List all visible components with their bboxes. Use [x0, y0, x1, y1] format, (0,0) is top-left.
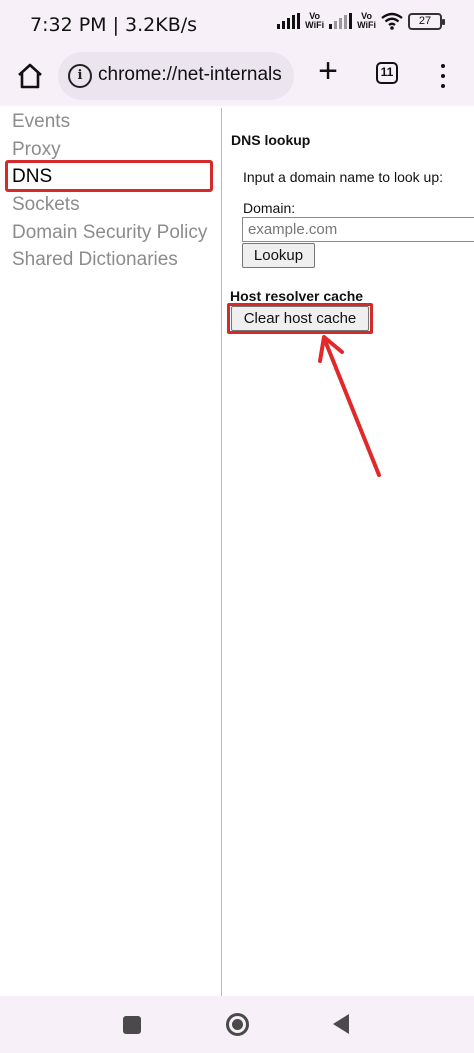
domain-label: Domain:: [243, 200, 296, 216]
url-text[interactable]: chrome://net-internals: [98, 64, 294, 86]
lookup-instructions: Input a domain name to look up:: [243, 169, 444, 185]
wifi-icon: [381, 12, 403, 30]
system-nav-bar: [0, 996, 474, 1053]
recent-apps-icon[interactable]: [123, 1016, 141, 1034]
home-circle-icon[interactable]: [226, 1013, 249, 1036]
home-icon[interactable]: [14, 60, 46, 92]
battery-icon: 27: [408, 12, 445, 30]
signal-icon: [277, 13, 301, 29]
sidebar-item-events[interactable]: Events: [12, 111, 70, 133]
info-icon[interactable]: i: [68, 64, 92, 88]
lookup-button[interactable]: Lookup: [242, 243, 315, 268]
dns-lookup-title: DNS lookup: [231, 132, 311, 148]
vowifi-icon-2: Vo WiFi: [357, 11, 376, 30]
vowifi-icon: Vo WiFi: [305, 11, 325, 30]
tab-switcher-icon[interactable]: 11: [376, 62, 398, 84]
browser-toolbar: i chrome://net-internals + 11: [0, 50, 474, 106]
dns-highlight-box: [5, 160, 213, 192]
back-triangle-icon[interactable]: [333, 1014, 349, 1034]
signal-icon-2: [329, 13, 353, 29]
plus-icon[interactable]: +: [314, 54, 342, 88]
address-bar[interactable]: i chrome://net-internals: [58, 52, 294, 100]
status-time: 7:32 PM | 3.2KB/s: [30, 14, 198, 36]
sidebar-item-domain-security-policy[interactable]: Domain Security Policy: [12, 222, 207, 244]
domain-input[interactable]: [242, 217, 474, 242]
more-vertical-icon[interactable]: [438, 64, 448, 88]
sidebar-item-proxy[interactable]: Proxy: [12, 139, 61, 161]
host-resolver-cache-title: Host resolver cache: [230, 288, 364, 304]
sidebar-divider: [221, 108, 222, 996]
sidebar-item-sockets[interactable]: Sockets: [12, 194, 80, 216]
sidebar-item-shared-dictionaries[interactable]: Shared Dictionaries: [12, 249, 178, 271]
annotation-arrow-icon: [318, 335, 381, 477]
status-icons: Vo WiFi Vo WiFi 27: [277, 11, 445, 30]
status-bar: 7:32 PM | 3.2KB/s Vo WiFi Vo WiFi 27: [0, 0, 474, 50]
